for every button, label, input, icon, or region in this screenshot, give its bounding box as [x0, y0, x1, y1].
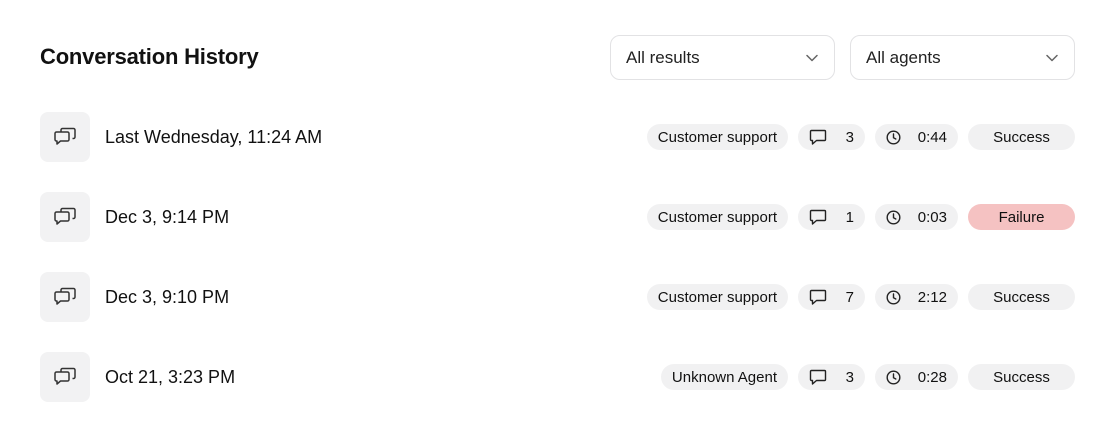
- clock-icon: [886, 129, 901, 145]
- duration-badge: 0:28: [875, 364, 958, 390]
- message-count: 3: [845, 128, 854, 146]
- results-filter-dropdown[interactable]: All results: [610, 35, 835, 80]
- conversation-date: Dec 3, 9:14 PM: [105, 206, 230, 227]
- page-title: Conversation History: [40, 44, 259, 69]
- duration-value: 0:44: [917, 128, 947, 146]
- clock-icon: [886, 209, 901, 225]
- clock-icon: [886, 369, 901, 385]
- conversation-row[interactable]: Last Wednesday, 11:24 AM Customer suppor…: [40, 97, 1075, 177]
- duration-badge: 2:12: [875, 284, 958, 310]
- agent-badge: Customer support: [646, 284, 788, 310]
- chevron-down-icon: [1045, 51, 1059, 65]
- agents-filter-value: All agents: [866, 47, 941, 67]
- message-icon: [809, 209, 827, 225]
- duration-value: 0:03: [917, 208, 947, 226]
- conversation-date: Dec 3, 9:10 PM: [105, 286, 230, 307]
- agent-badge: Customer support: [646, 204, 788, 230]
- duration-value: 0:28: [917, 368, 947, 386]
- conversation-row[interactable]: Dec 3, 9:14 PM Customer support 1 0:03 F…: [40, 177, 1075, 257]
- status-badge: Failure: [968, 204, 1075, 230]
- conversation-date: Oct 21, 3:23 PM: [105, 366, 236, 387]
- status-badge: Success: [968, 124, 1075, 150]
- message-count-badge: 7: [798, 284, 865, 310]
- header: Conversation History All results All age…: [40, 35, 1075, 80]
- conversation-icon: [40, 352, 90, 402]
- message-count: 7: [845, 288, 854, 306]
- message-count: 1: [845, 208, 854, 226]
- message-count-badge: 3: [798, 124, 865, 150]
- duration-badge: 0:03: [875, 204, 958, 230]
- conversation-list: Last Wednesday, 11:24 AM Customer suppor…: [40, 97, 1075, 417]
- conversation-date: Last Wednesday, 11:24 AM: [105, 126, 323, 147]
- duration-badge: 0:44: [875, 124, 958, 150]
- results-filter-value: All results: [626, 47, 700, 67]
- message-icon: [809, 129, 827, 145]
- conversation-icon: [40, 112, 90, 162]
- duration-value: 2:12: [917, 288, 947, 306]
- message-icon: [809, 289, 827, 305]
- conversation-icon: [40, 272, 90, 322]
- conversation-row[interactable]: Dec 3, 9:10 PM Customer support 7 2:12 S…: [40, 257, 1075, 337]
- agent-badge: Unknown Agent: [660, 364, 788, 390]
- message-count-badge: 1: [798, 204, 865, 230]
- message-icon: [809, 369, 827, 385]
- chevron-down-icon: [805, 51, 819, 65]
- agents-filter-dropdown[interactable]: All agents: [850, 35, 1075, 80]
- clock-icon: [886, 289, 901, 305]
- agent-badge: Customer support: [646, 124, 788, 150]
- conversation-icon: [40, 192, 90, 242]
- status-badge: Success: [968, 284, 1075, 310]
- message-count-badge: 3: [798, 364, 865, 390]
- conversation-row[interactable]: Oct 21, 3:23 PM Unknown Agent 3 0:28 Suc…: [40, 337, 1075, 417]
- message-count: 3: [845, 368, 854, 386]
- status-badge: Success: [968, 364, 1075, 390]
